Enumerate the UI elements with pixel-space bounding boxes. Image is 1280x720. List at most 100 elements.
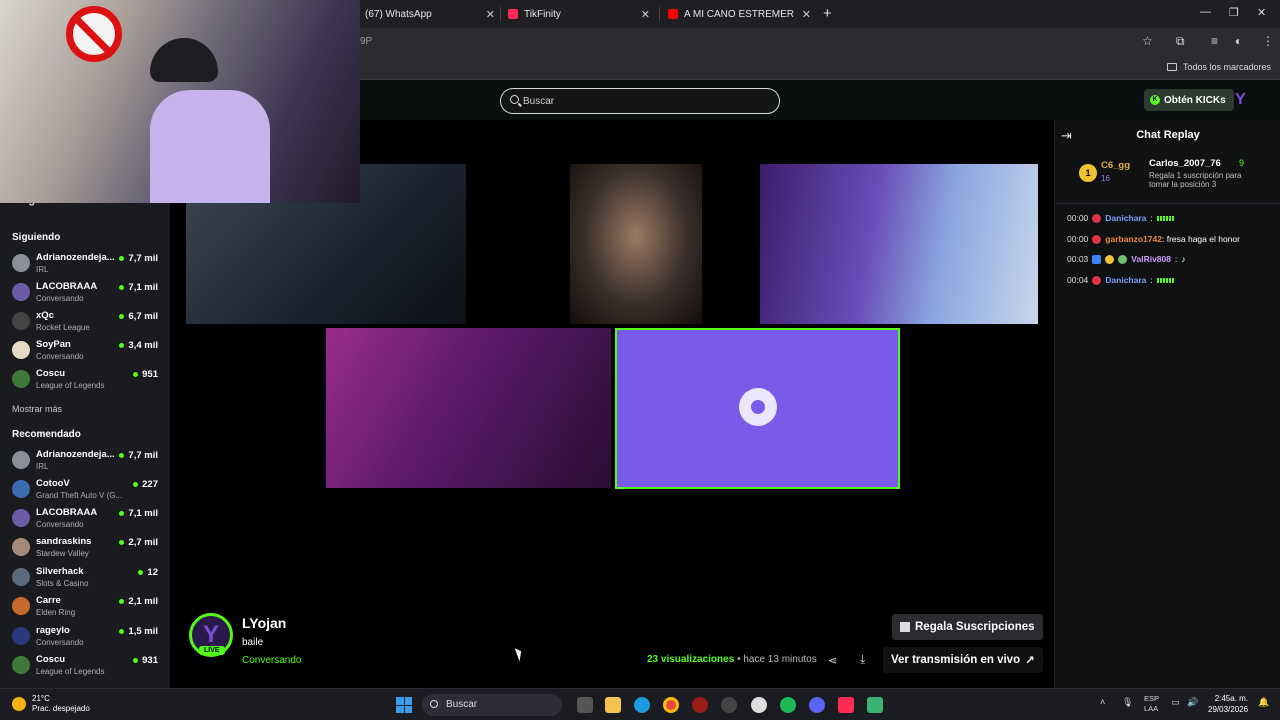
app-icon[interactable] — [867, 697, 883, 713]
message-time: 00:04 — [1067, 275, 1089, 285]
get-kicks-button[interactable]: K Obtén KICKs — [1144, 89, 1234, 111]
live-dot-icon — [119, 511, 125, 516]
close-tab-icon[interactable]: ✕ — [802, 8, 811, 21]
taskbar-search[interactable]: Buscar — [422, 694, 562, 716]
share-icon[interactable]: ⋖ — [828, 654, 837, 667]
clock-app-icon[interactable] — [751, 697, 767, 713]
sidebar-channel[interactable]: rageylo Conversando 1,5 mil — [0, 623, 170, 652]
avatar — [12, 568, 30, 586]
maximize-icon[interactable]: ❐ — [1229, 6, 1239, 19]
profile-icon[interactable]: ◐ — [1235, 34, 1242, 48]
gear-icon — [739, 388, 777, 426]
sidebar-channel[interactable]: Adrianozendeja... IRL 7,7 mil — [0, 447, 170, 476]
tab-tikfinity[interactable]: TikFinity ✕ — [508, 4, 650, 24]
edge-browser-icon[interactable] — [634, 697, 650, 713]
sidebar-channel[interactable]: sandraskins Stardew Valley 2,7 mil — [0, 534, 170, 563]
sidebar-channel[interactable]: LACOBRAAA Conversando 7,1 mil — [0, 279, 170, 308]
viewer-count-value: 227 — [142, 479, 158, 490]
chat-message: 00:03 ValRiv808: ♪ — [1067, 254, 1186, 264]
user-avatar-icon[interactable]: Y — [1235, 91, 1246, 109]
channel-name[interactable]: LYojan — [242, 615, 286, 631]
search-box[interactable] — [500, 88, 780, 114]
viewer-count-value: 7,7 mil — [128, 450, 158, 461]
volume-icon[interactable]: 🔊 — [1187, 697, 1198, 708]
show-hidden-icons-icon[interactable]: ˄ — [1100, 697, 1105, 707]
browser-menu-icon[interactable]: ⋮ — [1262, 34, 1274, 48]
weather-widget[interactable]: 21°C Prac. despejado — [12, 694, 90, 714]
gift-subscriptions-label: Regala Suscripciones — [915, 621, 1035, 633]
channel-category: Rocket League — [36, 323, 90, 332]
new-tab-icon[interactable]: + — [823, 5, 832, 22]
all-bookmarks-button[interactable]: Todos los marcadores — [1166, 62, 1271, 72]
viewer-count-value: 951 — [142, 369, 158, 380]
clock-time: 2:45a. m. — [1214, 694, 1249, 703]
viewer-count: 12 — [138, 567, 158, 578]
live-dot-icon — [119, 314, 125, 319]
live-dot-icon — [119, 453, 125, 458]
avatar — [12, 312, 30, 330]
sidebar-channel[interactable]: Silverhack Slots & Casino 12 — [0, 564, 170, 593]
tab-youtube[interactable]: A MI CANO ESTREMERA LETRA ✕ — [668, 4, 811, 24]
network-icon[interactable]: ▭ — [1171, 697, 1180, 708]
start-button-icon[interactable] — [396, 697, 412, 713]
sidebar-channel[interactable]: SoyPan Conversando 3,4 mil — [0, 337, 170, 366]
stream-title: baile — [242, 637, 264, 648]
channel-category: Conversando — [36, 352, 84, 361]
webcam-overlay — [0, 0, 360, 203]
media-controls-icon[interactable]: ≡ — [1211, 34, 1218, 48]
chat-username[interactable]: garbanzo1742 — [1105, 234, 1162, 244]
discord-icon[interactable] — [809, 697, 825, 713]
gift-subscriptions-button[interactable]: Regala Suscripciones — [892, 614, 1043, 640]
leader-username[interactable]: C6_gg — [1101, 160, 1130, 171]
sidebar-channel[interactable]: Carre Elden Ring 2,1 mil — [0, 593, 170, 622]
leader-gift-count: 16 — [1101, 174, 1110, 183]
live-dot-icon — [133, 658, 139, 663]
app-icon[interactable] — [692, 697, 708, 713]
sidebar-channel[interactable]: Adrianozendeja... IRL 7,7 mil — [0, 250, 170, 279]
download-icon[interactable]: ⤓ — [860, 652, 865, 667]
sidebar-channel[interactable]: Coscu League of Legends 951 — [0, 366, 170, 395]
live-dot-icon — [119, 256, 125, 261]
task-view-icon[interactable] — [577, 697, 593, 713]
stream-info: Y LIVE LYojan baile Conversando Regala S… — [170, 600, 1054, 688]
sidebar-channel[interactable]: Coscu League of Legends 931 — [0, 652, 170, 681]
channel-category: Grand Theft Auto V (G... — [36, 491, 123, 500]
close-tab-icon[interactable]: ✕ — [641, 8, 650, 21]
language-indicator[interactable]: ESP LAA — [1144, 694, 1159, 714]
sidebar-channel[interactable]: CotooV Grand Theft Auto V (G... 227 — [0, 476, 170, 505]
extensions-icon[interactable]: ⧉ — [1176, 34, 1185, 49]
close-window-icon[interactable]: ✕ — [1257, 6, 1266, 19]
stream-category[interactable]: Conversando — [242, 655, 301, 666]
live-dot-icon — [119, 343, 125, 348]
tab-whatsapp[interactable]: (67) WhatsApp ✕ — [365, 4, 495, 24]
live-dot-icon — [133, 372, 139, 377]
chat-username[interactable]: ValRiv808 — [1131, 254, 1171, 264]
gift-leaderboard: 1 C6_gg 16 Carlos_2007_76 9 Regala 1 sus… — [1055, 152, 1280, 204]
badge-icon — [1092, 213, 1102, 223]
url-text[interactable]: 9P — [360, 36, 372, 47]
following-header: Siguiendo — [12, 232, 61, 243]
chat-username[interactable]: Danichara — [1105, 275, 1146, 285]
sidebar-channel[interactable]: LACOBRAAA Conversando 7,1 mil — [0, 505, 170, 534]
channel-category: League of Legends — [36, 667, 105, 676]
obs-icon[interactable] — [721, 697, 737, 713]
taskbar-clock[interactable]: 2:45a. m. 29/03/2026 — [1208, 693, 1248, 715]
minimize-icon[interactable]: — — [1200, 6, 1211, 18]
microphone-icon[interactable]: 🎙 — [1122, 697, 1133, 708]
badge-icon — [1092, 254, 1102, 264]
channel-name: sandraskins — [36, 536, 92, 547]
search-input[interactable] — [523, 93, 763, 110]
sidebar-channel[interactable]: xQc Rocket League 6,7 mil — [0, 308, 170, 337]
chrome-browser-icon[interactable] — [663, 697, 679, 713]
file-explorer-icon[interactable] — [605, 697, 621, 713]
bookmark-star-icon[interactable]: ☆ — [1142, 34, 1153, 48]
tiktok-icon[interactable] — [838, 697, 854, 713]
watch-live-button[interactable]: Ver transmisión en vivo ↗ — [883, 647, 1043, 673]
leader-username[interactable]: Carlos_2007_76 — [1149, 158, 1221, 169]
notifications-icon[interactable]: 🔔 — [1258, 697, 1269, 708]
show-more-link[interactable]: Mostrar más — [12, 404, 62, 414]
chat-username[interactable]: Danichara — [1105, 213, 1146, 223]
spotify-icon[interactable] — [780, 697, 796, 713]
close-tab-icon[interactable]: ✕ — [486, 8, 495, 21]
viewer-count: 7,1 mil — [119, 508, 158, 519]
